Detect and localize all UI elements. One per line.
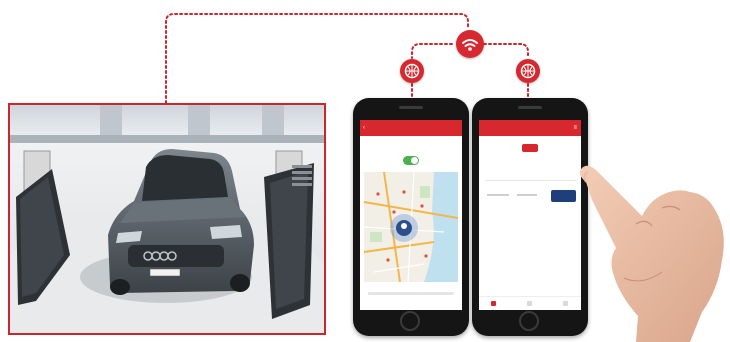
gate-logo xyxy=(522,144,538,152)
settings-tab-icon[interactable] xyxy=(563,301,568,306)
network-icon xyxy=(516,59,540,83)
map-illustration xyxy=(364,172,458,282)
home-button[interactable] xyxy=(519,311,539,331)
phone-speaker xyxy=(518,106,542,109)
phone-left: ‹ xyxy=(353,98,469,336)
app-header: ‹ xyxy=(360,120,462,136)
garage-scene-illustration xyxy=(10,105,324,333)
list-tab-icon[interactable] xyxy=(527,301,532,306)
gate-app-screen: ≡ xyxy=(479,120,581,310)
map-view[interactable] xyxy=(364,172,458,282)
back-icon[interactable]: ‹ xyxy=(363,120,365,136)
info-line-1 xyxy=(487,194,509,196)
map-app-screen: ‹ xyxy=(360,120,462,310)
home-tab-icon[interactable] xyxy=(491,301,496,306)
bottom-bar xyxy=(368,292,454,295)
access-toggle[interactable] xyxy=(403,156,419,165)
phone-speaker xyxy=(399,106,423,109)
divider xyxy=(485,180,575,181)
info-line-2 xyxy=(517,194,537,196)
phone-right: ≡ xyxy=(472,98,588,336)
network-icon xyxy=(400,59,424,83)
hand-illustration xyxy=(579,165,724,342)
garage-camera-view xyxy=(8,103,326,335)
wifi-icon xyxy=(456,30,484,58)
home-button[interactable] xyxy=(400,311,420,331)
app-header: ≡ xyxy=(479,120,581,136)
menu-icon[interactable]: ≡ xyxy=(573,120,577,136)
bottom-nav xyxy=(479,296,581,310)
